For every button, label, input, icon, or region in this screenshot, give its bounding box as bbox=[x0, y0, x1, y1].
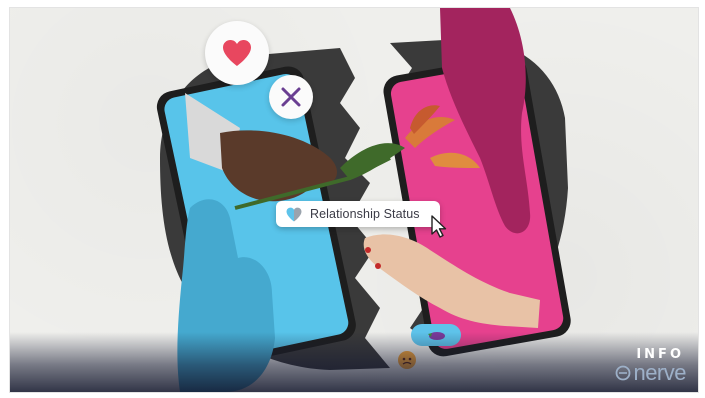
brand-mark-icon bbox=[616, 365, 631, 381]
red-nail bbox=[375, 263, 381, 269]
article-hero-image: Relationship Status INFO nerve bbox=[9, 7, 699, 393]
x-icon bbox=[281, 87, 301, 107]
brand-logo: nerve bbox=[615, 360, 686, 386]
relationship-status-card[interactable]: Relationship Status bbox=[276, 201, 440, 227]
screenshot-frame: Relationship Status INFO nerve bbox=[0, 0, 705, 398]
bottom-gradient-overlay bbox=[10, 332, 698, 392]
dislike-badge[interactable] bbox=[269, 75, 313, 119]
heart-icon bbox=[223, 40, 251, 66]
flower-leaves bbox=[340, 143, 405, 180]
half-heart-icon bbox=[286, 207, 302, 221]
relationship-status-label: Relationship Status bbox=[310, 207, 420, 221]
like-badge[interactable] bbox=[205, 21, 269, 85]
red-nail bbox=[365, 247, 371, 253]
mouse-cursor-icon bbox=[431, 215, 447, 238]
brand-name: nerve bbox=[633, 360, 686, 385]
